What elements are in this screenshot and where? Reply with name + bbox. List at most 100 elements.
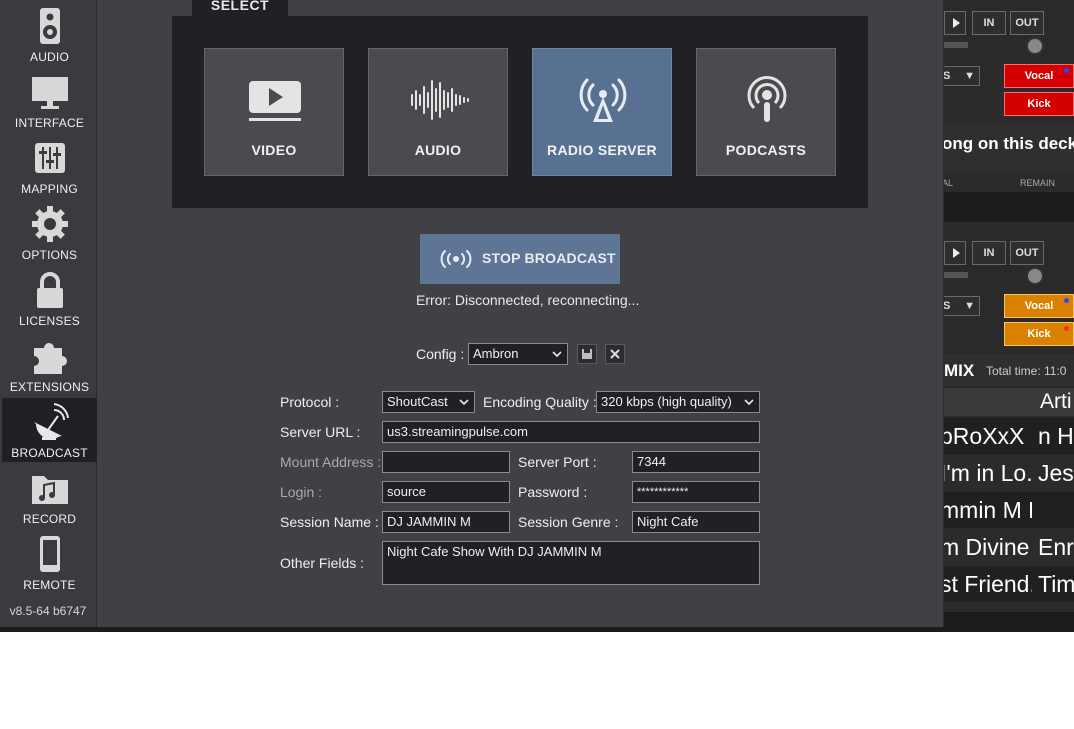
server-url-input[interactable]: us3.streamingpulse.com — [382, 421, 760, 443]
pitch-slider-deck-b[interactable] — [940, 272, 968, 278]
playlist-row[interactable]: st Friend...Tim — [940, 566, 1074, 602]
knob-icon[interactable] — [1026, 267, 1044, 285]
pad-led — [1064, 68, 1069, 73]
in-button-deck-b[interactable]: IN — [972, 241, 1006, 265]
play-icon — [953, 248, 960, 258]
speaker-icon — [40, 8, 60, 44]
select-tab: SELECT — [192, 0, 288, 16]
track-title: m Divine — [940, 534, 1030, 560]
session-genre-input[interactable]: Night Cafe — [632, 511, 760, 533]
sidebar-item-interface[interactable]: INTERFACE — [2, 68, 97, 132]
sidebar-item-mapping[interactable]: MAPPING — [2, 134, 97, 198]
server-port-label: Server Port : — [518, 454, 597, 470]
other-fields-label: Other Fields : — [280, 555, 365, 571]
sidebar-item-broadcast[interactable]: BROADCAST — [2, 398, 97, 462]
mix-header: MIX Total time: 11:0 — [940, 354, 1074, 386]
playlist-header: Arti — [940, 388, 1074, 416]
playlist-row[interactable]: I'm in Lo...Jess — [940, 455, 1074, 491]
deck-a-selector[interactable]: S ▼ — [940, 66, 980, 86]
login-label: Login : — [280, 484, 323, 500]
login-input[interactable]: source — [382, 481, 510, 503]
mount-address-input[interactable] — [382, 451, 510, 473]
vocal-pad-deck-b[interactable]: Vocal — [1004, 294, 1074, 318]
connection-status: Error: Disconnected, reconnecting... — [416, 292, 640, 308]
session-name-input[interactable]: DJ JAMMIN M — [382, 511, 510, 533]
vocal-pad-deck-a[interactable]: Vocal — [1004, 64, 1074, 88]
config-select[interactable]: Ambron — [468, 343, 568, 365]
server-url-label: Server URL : — [280, 424, 361, 440]
chevron-down-icon — [459, 399, 469, 406]
phone-icon — [40, 536, 60, 572]
kick-pad-deck-a[interactable]: Kick — [1004, 92, 1074, 116]
password-input[interactable]: ************ — [632, 481, 760, 503]
track-artist: n Ha — [1038, 423, 1074, 449]
radio-tower-icon — [579, 78, 627, 122]
broadcast-type-audio[interactable]: AUDIO — [368, 48, 508, 176]
chevron-down-icon — [552, 351, 562, 358]
sidebar-item-label: AUDIO — [29, 50, 69, 64]
column-remain: REMAIN — [1020, 178, 1056, 188]
playlist-row[interactable]: mmin M B — [940, 492, 1074, 528]
gear-icon — [32, 206, 68, 242]
podcast-icon — [747, 76, 787, 122]
mix-label: MIX — [944, 361, 975, 380]
config-value: Ambron — [473, 346, 519, 361]
sidebar-item-licenses[interactable]: LICENSES — [2, 266, 97, 330]
play-button-deck-b[interactable] — [944, 241, 966, 265]
session-name-label: Session Name : — [280, 514, 379, 530]
out-button-deck-b[interactable]: OUT — [1010, 241, 1044, 265]
card-label: RADIO SERVER — [547, 142, 657, 158]
sidebar-item-record[interactable]: RECORD — [2, 464, 97, 528]
sidebar-item-label: OPTIONS — [21, 248, 78, 262]
config-label: Config : — [416, 346, 465, 362]
broadcast-type-radio-server[interactable]: RADIO SERVER — [532, 48, 672, 176]
delete-config-button[interactable] — [605, 344, 625, 364]
sidebar-item-label: MAPPING — [21, 182, 78, 196]
kick-pad-deck-b[interactable]: Kick — [1004, 322, 1074, 346]
sidebar-item-label: REMOTE — [23, 578, 76, 592]
satellite-dish-icon — [34, 403, 69, 440]
sidebar-item-label: EXTENSIONS — [9, 380, 90, 394]
deck-b-selector[interactable]: S ▼ — [940, 296, 980, 316]
out-button-deck-a[interactable]: OUT — [1010, 11, 1044, 35]
sidebar-item-extensions[interactable]: EXTENSIONS — [2, 332, 97, 396]
pitch-slider-deck-a[interactable] — [940, 42, 968, 48]
chevron-down-icon — [744, 399, 754, 406]
version-label: v8.5-64 b6747 — [9, 604, 87, 618]
total-time: Total time: 11:0 — [986, 364, 1067, 378]
in-button-deck-a[interactable]: IN — [972, 11, 1006, 35]
deck-divider — [940, 192, 1074, 222]
sidebar-item-options[interactable]: OPTIONS — [2, 200, 97, 264]
other-fields-textarea[interactable]: Night Cafe Show With DJ JAMMIN M — [382, 541, 760, 585]
pad-led — [1064, 298, 1069, 303]
background-deck-area: IN OUT S ▼ Vocal Kick ong on this deck A… — [940, 0, 1074, 632]
broadcast-type-podcasts[interactable]: PODCASTS — [696, 48, 836, 176]
puzzle-icon — [34, 343, 67, 374]
playlist-row[interactable]: pRoXxX Intrn Ha — [940, 418, 1074, 454]
protocol-select[interactable]: ShoutCast — [382, 391, 475, 413]
server-port-input[interactable]: 7344 — [632, 451, 760, 473]
settings-sidebar: AUDIO INTERFACE MAPPING OPTIONS LICENSES… — [0, 0, 97, 627]
save-config-button[interactable] — [577, 344, 597, 364]
save-icon — [582, 349, 592, 359]
play-button-deck-a[interactable] — [944, 11, 966, 35]
stop-broadcast-button[interactable]: STOP BROADCAST — [420, 234, 620, 284]
artist-column-header[interactable]: Arti — [1040, 390, 1072, 414]
playlist-row[interactable]: m Divine Enric — [940, 529, 1074, 565]
close-icon — [610, 349, 620, 359]
knob-icon[interactable] — [1026, 37, 1044, 55]
broadcast-type-video[interactable]: VIDEO — [204, 48, 344, 176]
protocol-label: Protocol : — [280, 394, 340, 410]
card-label: AUDIO — [414, 142, 462, 158]
encoding-quality-select[interactable]: 320 kbps (high quality) — [596, 391, 760, 413]
sidebar-item-audio[interactable]: AUDIO — [2, 2, 97, 66]
track-artist: Tim — [1038, 571, 1074, 597]
track-title: I'm in Lo... — [940, 460, 1032, 486]
play-icon — [953, 18, 960, 28]
track-title: st Friend... — [940, 571, 1032, 597]
track-artist: Jess — [1038, 460, 1074, 486]
sidebar-item-remote[interactable]: REMOTE — [2, 530, 97, 594]
sidebar-item-label: INTERFACE — [14, 116, 85, 130]
track-title: mmin M B — [940, 497, 1032, 523]
lock-icon — [37, 272, 63, 308]
